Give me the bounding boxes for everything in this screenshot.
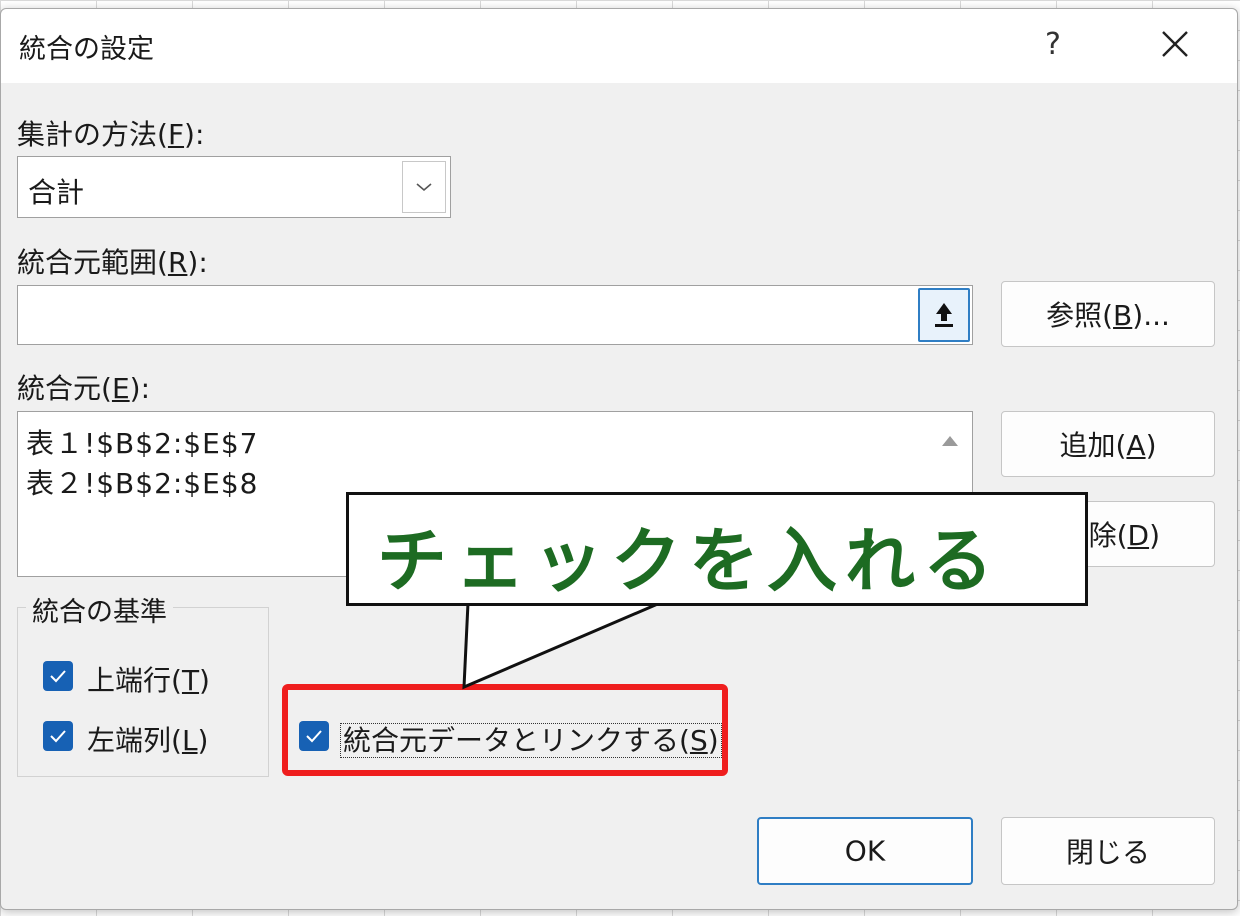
list-item[interactable]: 表２!$B$2:$E$8 xyxy=(26,462,258,502)
function-label-suffix: ): xyxy=(184,118,205,151)
reference-input[interactable] xyxy=(17,285,973,345)
dialog-title: 統合の設定 xyxy=(19,34,154,65)
function-selected-value: 合計 xyxy=(28,176,85,209)
all-references-label-suffix: ): xyxy=(129,372,150,405)
triangle-up-icon xyxy=(942,436,958,446)
function-select[interactable]: 合計 xyxy=(17,156,451,218)
close-dialog-button[interactable]: 閉じる xyxy=(1001,817,1215,885)
all-references-label-key: E xyxy=(111,372,130,405)
scroll-up-button[interactable] xyxy=(932,416,968,466)
function-label: 集計の方法(F): xyxy=(17,113,204,153)
left-column-label-text: 左端列( xyxy=(87,724,182,757)
chevron-down-icon xyxy=(416,183,432,192)
help-button[interactable]: ? xyxy=(1031,23,1075,67)
browse-label-suffix: )... xyxy=(1132,299,1170,332)
ok-button[interactable]: OK xyxy=(757,817,973,885)
reference-label-key: R xyxy=(167,246,188,279)
add-label-key: A xyxy=(1126,429,1146,462)
annotation-callout: チェックを入れる xyxy=(346,492,1088,606)
use-labels-legend: 統合の基準 xyxy=(26,590,173,629)
close-icon xyxy=(1162,31,1188,57)
list-item[interactable]: 表１!$B$2:$E$7 xyxy=(26,422,258,462)
delete-label: 除( xyxy=(1088,519,1128,552)
highlight-box xyxy=(282,684,728,776)
top-row-label[interactable]: 上端行(T) xyxy=(87,659,210,699)
title-bar: 統合の設定 ? xyxy=(1,9,1237,83)
left-column-label-key: L xyxy=(181,724,198,757)
browse-label-key: B xyxy=(1113,299,1133,332)
collapse-dialog-button[interactable] xyxy=(918,288,970,342)
collapse-arrow-up-icon xyxy=(935,303,953,327)
add-button[interactable]: 追加(A) xyxy=(1001,411,1215,477)
left-column-checkbox[interactable] xyxy=(43,721,73,751)
function-label-key: F xyxy=(167,118,185,151)
reference-label-text: 統合元範囲( xyxy=(17,246,168,279)
ok-label: OK xyxy=(844,834,886,868)
callout-tail xyxy=(462,603,661,690)
left-column-label-suffix: ) xyxy=(197,724,209,757)
top-row-label-text: 上端行( xyxy=(87,664,182,697)
function-dropdown-button[interactable] xyxy=(402,161,446,213)
left-column-label[interactable]: 左端列(L) xyxy=(87,719,208,759)
delete-label-suffix: ) xyxy=(1149,519,1160,552)
close-button[interactable] xyxy=(1151,23,1199,67)
all-references-label-text: 統合元( xyxy=(17,372,112,405)
top-row-label-suffix: ) xyxy=(199,664,210,697)
add-label-suffix: ) xyxy=(1145,429,1157,462)
reference-label: 統合元範囲(R): xyxy=(17,241,208,281)
add-label: 追加( xyxy=(1059,429,1127,462)
browse-button[interactable]: 参照(B)... xyxy=(1001,281,1215,347)
function-label-text: 集計の方法( xyxy=(17,118,168,151)
top-row-checkbox[interactable] xyxy=(43,661,73,691)
callout-text: チェックを入れる xyxy=(377,520,1001,602)
browse-label: 参照( xyxy=(1046,299,1114,332)
top-row-label-key: T xyxy=(181,664,200,697)
checkmark-icon xyxy=(50,730,66,743)
all-references-label: 統合元(E): xyxy=(17,367,150,407)
reference-label-suffix: ): xyxy=(187,246,208,279)
close-label: 閉じる xyxy=(1065,836,1150,869)
delete-label-key: D xyxy=(1127,519,1150,552)
checkmark-icon xyxy=(50,670,66,683)
